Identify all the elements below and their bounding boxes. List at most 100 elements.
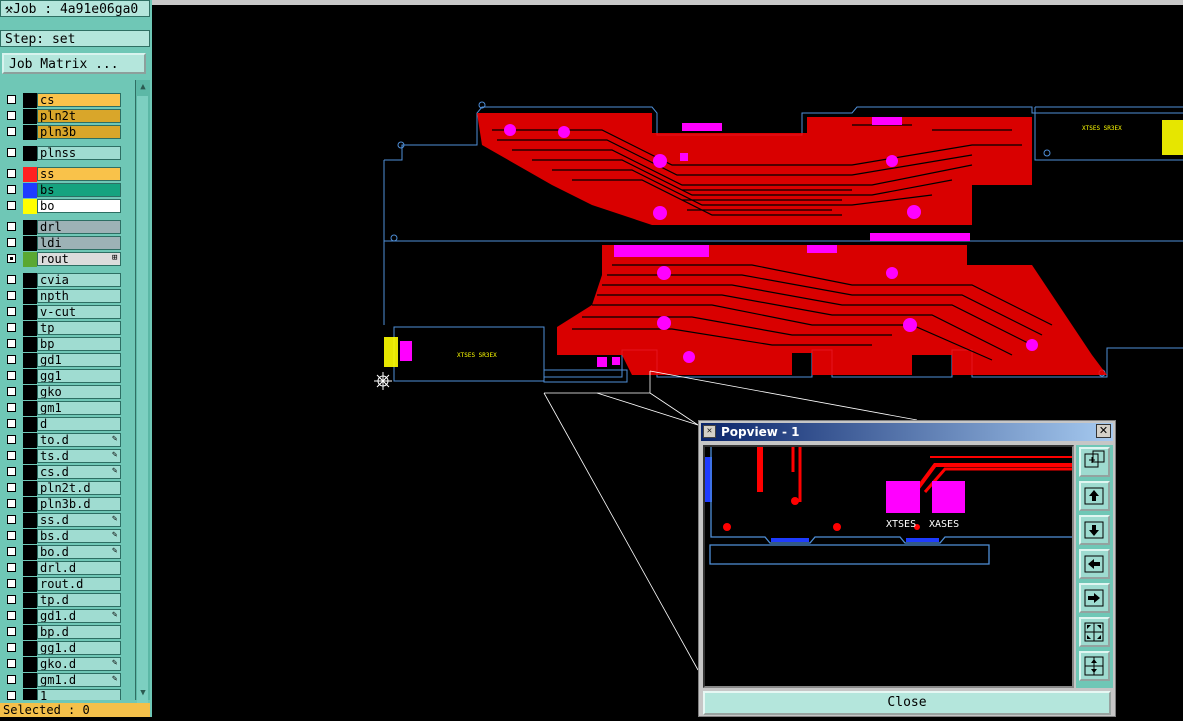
layer-color-swatch[interactable]	[23, 353, 37, 368]
layer-name[interactable]: drl.d	[37, 561, 121, 575]
layer-row[interactable]: gd1.d ✎	[2, 609, 122, 624]
layer-color-swatch[interactable]	[23, 236, 37, 251]
layer-name[interactable]: bp	[37, 337, 121, 351]
layer-checkbox[interactable]	[7, 691, 16, 700]
layer-color-swatch[interactable]	[23, 321, 37, 336]
layer-checkbox[interactable]	[7, 201, 16, 210]
layer-checkbox[interactable]	[7, 627, 16, 636]
layer-name[interactable]: gd1	[37, 353, 121, 367]
layer-checkbox[interactable]	[7, 595, 16, 604]
layer-checkbox[interactable]	[7, 254, 16, 263]
layer-checkbox[interactable]	[7, 515, 16, 524]
layer-row[interactable]: bo	[2, 199, 122, 214]
layer-row[interactable]: tp.d	[2, 593, 122, 608]
layer-checkbox[interactable]	[7, 339, 16, 348]
layer-name[interactable]: cs.d	[37, 465, 121, 479]
layer-checkbox[interactable]	[7, 222, 16, 231]
layer-color-swatch[interactable]	[23, 593, 37, 608]
layer-name[interactable]: ss.d	[37, 513, 121, 527]
layer-row[interactable]: ss.d ✎	[2, 513, 122, 528]
pan-down-icon[interactable]	[1079, 515, 1110, 545]
layer-name[interactable]: cvia	[37, 273, 121, 287]
layer-checkbox[interactable]	[7, 483, 16, 492]
layer-checkbox[interactable]	[7, 643, 16, 652]
zoom-in-icon[interactable]	[1079, 651, 1110, 681]
layer-color-swatch[interactable]	[23, 385, 37, 400]
layer-name[interactable]: ts.d	[37, 449, 121, 463]
layer-row[interactable]: ldi	[2, 236, 122, 251]
layer-name[interactable]: gm1	[37, 401, 121, 415]
layer-name[interactable]: bo.d	[37, 545, 121, 559]
layer-list-scrollbar[interactable]: ▲ ▼	[135, 80, 150, 706]
layer-name[interactable]: npth	[37, 289, 121, 303]
layer-color-swatch[interactable]	[23, 497, 37, 512]
layer-color-swatch[interactable]	[23, 529, 37, 544]
layer-row[interactable]: tp	[2, 321, 122, 336]
layer-row[interactable]: pln3b	[2, 125, 122, 140]
pan-up-icon[interactable]	[1079, 481, 1110, 511]
layer-color-swatch[interactable]	[23, 641, 37, 656]
layer-checkbox[interactable]	[7, 291, 16, 300]
layer-checkbox[interactable]	[7, 307, 16, 316]
layer-color-swatch[interactable]	[23, 252, 37, 267]
layer-checkbox[interactable]	[7, 579, 16, 588]
layer-color-swatch[interactable]	[23, 93, 37, 108]
layer-name[interactable]: ldi	[37, 236, 121, 250]
layer-name[interactable]: rout.d	[37, 577, 121, 591]
layer-name[interactable]: 1	[37, 689, 121, 700]
layer-checkbox[interactable]	[7, 563, 16, 572]
layer-color-swatch[interactable]	[23, 183, 37, 198]
zoom-fit-icon[interactable]	[1079, 447, 1110, 477]
layer-name[interactable]: plnss	[37, 146, 121, 160]
layer-name[interactable]: rout	[37, 252, 121, 266]
layer-name[interactable]: v-cut	[37, 305, 121, 319]
close-icon[interactable]: ✕	[1096, 424, 1111, 438]
scrollbar-thumb[interactable]	[137, 96, 148, 706]
pan-left-icon[interactable]	[1079, 549, 1110, 579]
layer-color-swatch[interactable]	[23, 401, 37, 416]
layer-checkbox[interactable]	[7, 127, 16, 136]
layer-color-swatch[interactable]	[23, 146, 37, 161]
layer-color-swatch[interactable]	[23, 289, 37, 304]
layer-row[interactable]: d	[2, 417, 122, 432]
layer-row[interactable]: pln3b.d	[2, 497, 122, 512]
layer-name[interactable]: d	[37, 417, 121, 431]
layer-color-swatch[interactable]	[23, 273, 37, 288]
layer-checkbox[interactable]	[7, 95, 16, 104]
layer-checkbox[interactable]	[7, 169, 16, 178]
layer-name[interactable]: bs.d	[37, 529, 121, 543]
layer-color-swatch[interactable]	[23, 417, 37, 432]
layer-name[interactable]: bs	[37, 183, 121, 197]
layer-color-swatch[interactable]	[23, 199, 37, 214]
layer-row[interactable]: cs.d ✎	[2, 465, 122, 480]
layer-name[interactable]: ss	[37, 167, 121, 181]
zoom-out-icon[interactable]	[1079, 617, 1110, 647]
layer-checkbox[interactable]	[7, 435, 16, 444]
layer-color-swatch[interactable]	[23, 561, 37, 576]
layer-color-swatch[interactable]	[23, 657, 37, 672]
layer-checkbox[interactable]	[7, 547, 16, 556]
layer-checkbox[interactable]	[7, 499, 16, 508]
layer-row[interactable]: to.d ✎	[2, 433, 122, 448]
layer-row[interactable]: 1	[2, 689, 122, 700]
layer-row[interactable]: gko	[2, 385, 122, 400]
layer-row[interactable]: gg1	[2, 369, 122, 384]
layer-name[interactable]: gd1.d	[37, 609, 121, 623]
layer-color-swatch[interactable]	[23, 465, 37, 480]
layer-color-swatch[interactable]	[23, 167, 37, 182]
layer-color-swatch[interactable]	[23, 625, 37, 640]
layer-color-swatch[interactable]	[23, 337, 37, 352]
popview-title-bar[interactable]: Popview - 1	[701, 423, 1113, 441]
layer-name[interactable]: gko.d	[37, 657, 121, 671]
job-matrix-button[interactable]: Job Matrix ...	[2, 53, 146, 74]
scroll-down-arrow-icon[interactable]: ▼	[137, 687, 149, 700]
layer-row[interactable]: v-cut	[2, 305, 122, 320]
layer-row[interactable]: gg1.d	[2, 641, 122, 656]
layer-checkbox[interactable]	[7, 387, 16, 396]
layer-checkbox[interactable]	[7, 451, 16, 460]
layer-row[interactable]: bs	[2, 183, 122, 198]
layer-row[interactable]: gko.d ✎	[2, 657, 122, 672]
layer-color-swatch[interactable]	[23, 481, 37, 496]
layer-checkbox[interactable]	[7, 371, 16, 380]
layer-row[interactable]: rout ⊞	[2, 252, 122, 267]
